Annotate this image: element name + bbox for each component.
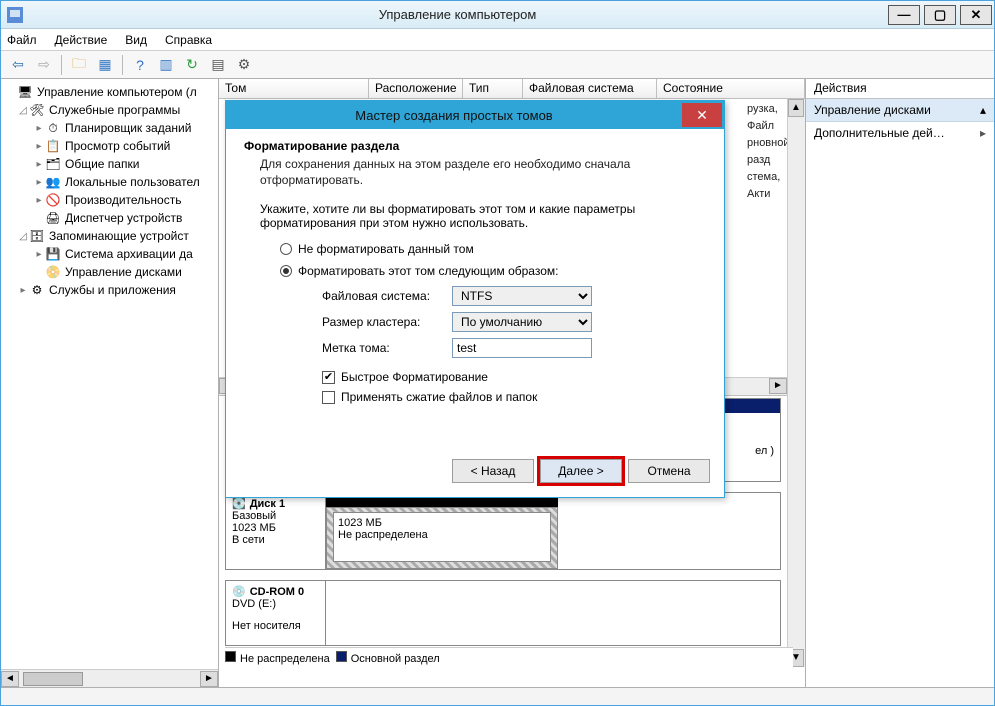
- dialog-instruction: Укажите, хотите ли вы форматировать этот…: [260, 202, 706, 230]
- back-button[interactable]: < Назад: [452, 459, 534, 483]
- scheduler-icon: ⏱: [45, 120, 61, 136]
- radio-format[interactable]: Форматировать этот том следующим образом…: [280, 264, 706, 278]
- menu-action[interactable]: Действие: [55, 33, 108, 47]
- radio-checked-icon: [280, 265, 292, 277]
- volume-vscroll[interactable]: ▲ ▼: [787, 99, 805, 667]
- dialog-titlebar[interactable]: Мастер создания простых томов ✕: [226, 101, 724, 129]
- disk1-title: Диск 1: [250, 498, 285, 510]
- help-icon[interactable]: ?: [129, 54, 151, 76]
- settings-icon[interactable]: ⚙: [233, 54, 255, 76]
- tools-icon: 🛠: [29, 102, 45, 118]
- menu-help[interactable]: Справка: [165, 33, 212, 47]
- cluster-label: Размер кластера:: [322, 315, 452, 329]
- cancel-button[interactable]: Отмена: [628, 459, 710, 483]
- props-icon[interactable]: ▤: [207, 54, 229, 76]
- wizard-dialog: Мастер создания простых томов ✕ Форматир…: [225, 100, 725, 498]
- device-icon: 🖨: [45, 210, 61, 226]
- drive-icon: 💽: [232, 497, 246, 510]
- dialog-heading: Форматирование раздела: [244, 139, 706, 153]
- col-volume[interactable]: Том: [219, 79, 369, 98]
- tree-task-scheduler[interactable]: ▸ ⏱ Планировщик заданий: [5, 119, 218, 137]
- tree-hscroll[interactable]: ◄ ►: [1, 669, 218, 687]
- col-fs[interactable]: Файловая система: [523, 79, 657, 98]
- radio-noformat[interactable]: Не форматировать данный том: [280, 242, 706, 256]
- events-icon: 📋: [45, 138, 61, 154]
- chevron-right-icon: ▸: [980, 126, 986, 140]
- folder-icon[interactable]: 🗀: [68, 54, 90, 76]
- tree-performance[interactable]: ▸ 🚫 Производительность: [5, 191, 218, 209]
- fs-select[interactable]: NTFS: [452, 286, 592, 306]
- tree-services[interactable]: ▸ ⚙ Службы и приложения: [5, 281, 218, 299]
- panes-icon[interactable]: ▦: [94, 54, 116, 76]
- forward-icon[interactable]: ⇨: [33, 54, 55, 76]
- maximize-button[interactable]: ▢: [924, 5, 956, 25]
- next-button[interactable]: Далее >: [540, 459, 622, 483]
- back-icon[interactable]: ⇦: [7, 54, 29, 76]
- tree-shared-folders[interactable]: ▸ 🗂 Общие папки: [5, 155, 218, 173]
- actions-header: Действия: [806, 79, 994, 99]
- volume-label-input[interactable]: [452, 338, 592, 358]
- storage-icon: 🗄: [29, 228, 45, 244]
- cdrom-icon: 💿: [232, 585, 246, 598]
- action-more[interactable]: Дополнительные дей… ▸: [806, 122, 994, 144]
- toolbar: ⇦ ⇨ 🗀 ▦ ? ▥ ↻ ▤ ⚙: [1, 51, 994, 79]
- volume-label-label: Метка тома:: [322, 341, 452, 355]
- refresh-icon[interactable]: ↻: [181, 54, 203, 76]
- radio-icon: [280, 243, 292, 255]
- checkbox-icon: [322, 391, 335, 404]
- tree-storage[interactable]: ◿ 🗄 Запоминающие устройст: [5, 227, 218, 245]
- dialog-title: Мастер создания простых томов: [226, 108, 682, 123]
- menubar: Файл Действие Вид Справка: [1, 29, 994, 51]
- backup-icon: 💾: [45, 246, 61, 262]
- volume-list-header: Том Расположение Тип Файловая система Со…: [219, 79, 805, 99]
- tree-backup[interactable]: ▸ 💾 Система архивации да: [5, 245, 218, 263]
- app-icon: [5, 5, 25, 25]
- menu-file[interactable]: Файл: [7, 33, 37, 47]
- tree-device-manager[interactable]: 🖨 Диспетчер устройств: [5, 209, 218, 227]
- minimize-button[interactable]: —: [888, 5, 920, 25]
- window-title: Управление компьютером: [29, 7, 886, 22]
- disk-icon: 📀: [45, 264, 61, 280]
- actions-pane: Действия Управление дисками ▴ Дополнител…: [806, 79, 994, 687]
- shared-icon: 🗂: [45, 156, 61, 172]
- actions-section[interactable]: Управление дисками ▴: [806, 99, 994, 122]
- tree-pane: 🖥 Управление компьютером (л ◿ 🛠 Служебны…: [1, 79, 219, 687]
- services-icon: ⚙: [29, 282, 45, 298]
- menu-view[interactable]: Вид: [125, 33, 147, 47]
- col-layout[interactable]: Расположение: [369, 79, 463, 98]
- tree-root[interactable]: 🖥 Управление компьютером (л: [5, 83, 218, 101]
- chevron-up-icon: ▴: [980, 103, 986, 117]
- close-button[interactable]: ✕: [960, 5, 992, 25]
- col-status[interactable]: Состояние: [657, 79, 805, 98]
- layout-icon[interactable]: ▥: [155, 54, 177, 76]
- compress-check[interactable]: Применять сжатие файлов и папок: [322, 390, 706, 404]
- tree-event-viewer[interactable]: ▸ 📋 Просмотр событий: [5, 137, 218, 155]
- tree-system-tools[interactable]: ◿ 🛠 Служебные программы: [5, 101, 218, 119]
- cluster-select[interactable]: По умолчанию: [452, 312, 592, 332]
- quick-format-check[interactable]: Быстрое Форматирование: [322, 370, 706, 384]
- checkbox-checked-icon: [322, 371, 335, 384]
- perf-icon: 🚫: [45, 192, 61, 208]
- dialog-subheading: Для сохранения данных на этом разделе ег…: [260, 157, 706, 188]
- statusbar: [1, 687, 994, 705]
- tree-local-users[interactable]: ▸ 👥 Локальные пользовател: [5, 173, 218, 191]
- cdrom-title: CD-ROM 0: [250, 586, 304, 598]
- tree-disk-management[interactable]: 📀 Управление дисками: [5, 263, 218, 281]
- disk-row-cdrom[interactable]: 💿 CD-ROM 0 DVD (E:) Нет носителя: [225, 580, 781, 646]
- col-type[interactable]: Тип: [463, 79, 523, 98]
- disk-row-1[interactable]: 💽 Диск 1 Базовый 1023 МБ В сети 102: [225, 492, 781, 570]
- users-icon: 👥: [45, 174, 61, 190]
- computer-icon: 🖥: [17, 84, 33, 100]
- dialog-close-button[interactable]: ✕: [682, 103, 722, 127]
- main-titlebar: Управление компьютером — ▢ ✕: [1, 1, 994, 29]
- fs-label: Файловая система:: [322, 289, 452, 303]
- legend: Не распределена Основной раздел: [225, 647, 793, 667]
